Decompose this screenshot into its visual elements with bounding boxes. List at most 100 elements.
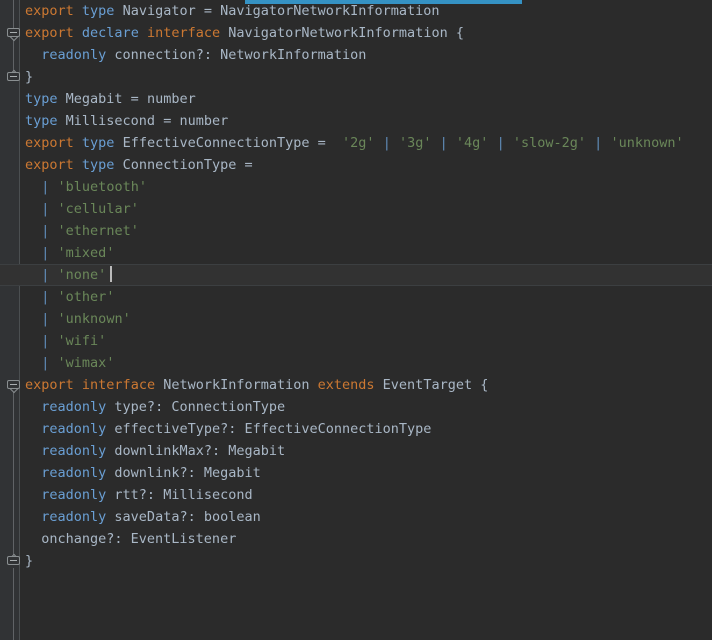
code-token: 'bluetooth' <box>57 179 147 195</box>
code-token: 'none' <box>57 267 107 283</box>
code-line[interactable]: readonly downlinkMax?: Megabit <box>21 440 712 462</box>
code-line[interactable]: readonly saveData?: boolean <box>21 506 712 528</box>
code-line[interactable]: | 'unknown' <box>21 308 712 330</box>
fold-connector-line <box>13 389 14 556</box>
code-token: connection?: NetworkInformation <box>106 47 367 63</box>
code-token: EffectiveConnectionType <box>114 135 318 151</box>
code-editor[interactable]: export type Navigator = NavigatorNetwork… <box>0 0 712 640</box>
code-token: type <box>25 91 58 107</box>
code-line[interactable]: export type ConnectionType = <box>21 154 712 176</box>
code-text-area[interactable]: export type Navigator = NavigatorNetwork… <box>21 0 712 640</box>
code-token: NetworkInformation <box>155 377 318 393</box>
horizontal-scrollbar-track[interactable] <box>0 0 712 4</box>
code-line[interactable]: | 'mixed' <box>21 242 712 264</box>
code-line[interactable]: readonly downlink?: Megabit <box>21 462 712 484</box>
code-token: EventTarget <box>374 377 481 393</box>
code-token: onchange?: EventListener <box>25 531 237 547</box>
fold-region-end-icon[interactable] <box>7 553 20 567</box>
text-caret <box>110 266 112 282</box>
code-token: number <box>171 113 229 129</box>
code-token: | <box>41 355 50 371</box>
code-token: = <box>317 135 326 151</box>
code-token: | <box>496 135 505 151</box>
code-token: readonly <box>41 443 107 459</box>
code-token: rtt?: Millisecond <box>106 487 253 503</box>
fold-region-end-icon[interactable] <box>7 69 20 83</box>
code-token: ConnectionType <box>114 157 245 173</box>
code-token: type <box>81 3 115 19</box>
code-token: | <box>439 135 448 151</box>
code-token: effectiveType?: EffectiveConnectionType <box>106 421 432 437</box>
code-token: NavigatorNetworkInformation <box>220 25 456 41</box>
code-line[interactable]: export type EffectiveConnectionType = '2… <box>21 132 712 154</box>
code-line[interactable]: | 'wimax' <box>21 352 712 374</box>
code-token: readonly <box>41 399 107 415</box>
code-token: readonly <box>41 421 107 437</box>
code-token: interface <box>146 25 221 41</box>
code-line[interactable]: readonly effectiveType?: EffectiveConnec… <box>21 418 712 440</box>
code-token: 'wifi' <box>57 333 107 349</box>
code-token: Megabit <box>57 91 131 107</box>
code-token: export <box>25 157 74 173</box>
editor-gutter[interactable] <box>0 0 20 640</box>
code-token: | <box>41 311 50 327</box>
code-token: extends <box>317 377 375 393</box>
code-token: downlink?: Megabit <box>106 465 261 481</box>
code-token: export <box>25 377 74 393</box>
code-token: { <box>455 25 464 41</box>
code-token: export <box>25 3 74 19</box>
code-token: Millisecond <box>57 113 164 129</box>
code-line[interactable]: type Millisecond = number <box>21 110 712 132</box>
horizontal-scrollbar-thumb[interactable] <box>245 0 522 4</box>
code-token: readonly <box>41 465 107 481</box>
code-line[interactable]: } <box>21 66 712 88</box>
code-line[interactable]: export interface NetworkInformation exte… <box>21 374 712 396</box>
code-line[interactable]: onchange?: EventListener <box>21 528 712 550</box>
code-line[interactable]: | 'other' <box>21 286 712 308</box>
code-token: readonly <box>41 509 107 525</box>
code-token: | <box>382 135 391 151</box>
code-line[interactable]: | 'cellular' <box>21 198 712 220</box>
code-token: declare <box>81 25 139 41</box>
code-token: | <box>41 223 50 239</box>
code-line[interactable]: export declare interface NavigatorNetwor… <box>21 22 712 44</box>
code-line[interactable]: } <box>21 550 712 572</box>
fold-connector-line <box>13 0 14 28</box>
code-line[interactable]: | 'bluetooth' <box>21 176 712 198</box>
code-line[interactable]: | 'ethernet' <box>21 220 712 242</box>
code-token: | <box>41 201 50 217</box>
code-token: = <box>203 3 212 19</box>
code-line[interactable]: | 'wifi' <box>21 330 712 352</box>
fold-connector-line <box>13 37 14 72</box>
code-line[interactable]: type Megabit = number <box>21 88 712 110</box>
fold-collapse-icon[interactable] <box>7 378 20 394</box>
code-line[interactable]: readonly type?: ConnectionType <box>21 396 712 418</box>
code-token: 'slow-2g' <box>512 135 587 151</box>
code-line[interactable]: readonly connection?: NetworkInformation <box>21 44 712 66</box>
code-token: number <box>138 91 196 107</box>
code-line[interactable]: readonly rtt?: Millisecond <box>21 484 712 506</box>
code-token: NavigatorNetworkInformation <box>211 3 440 19</box>
code-line[interactable]: | 'none' <box>21 264 712 286</box>
code-token: = <box>130 91 139 107</box>
code-token: '2g' <box>342 135 375 151</box>
